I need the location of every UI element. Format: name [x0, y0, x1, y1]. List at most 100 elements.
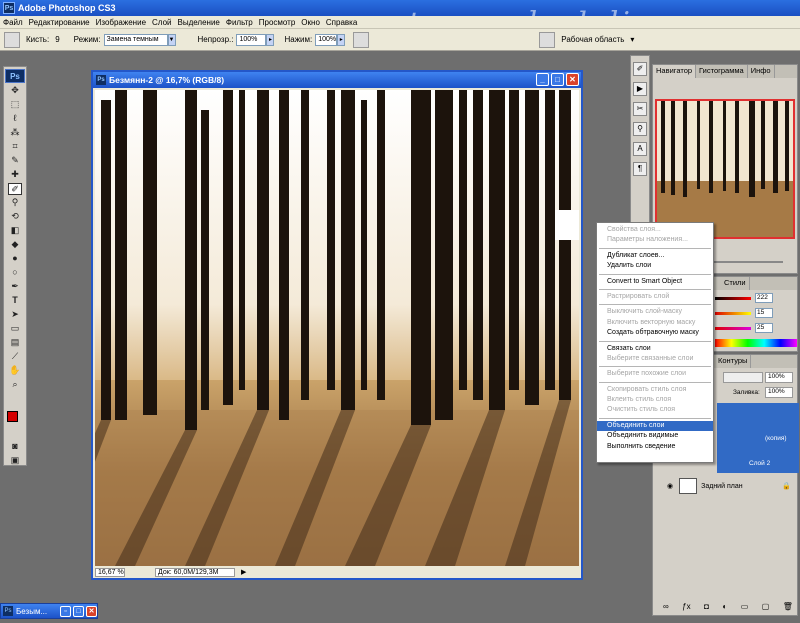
move-tool-icon[interactable]: ✥	[8, 85, 22, 97]
photoshop-logo-icon[interactable]: Ps	[5, 69, 25, 83]
flow-input[interactable]: 100%	[315, 33, 338, 46]
notes-tool-icon[interactable]: ▤	[8, 337, 22, 349]
layer-mask-icon[interactable]: ◘	[704, 602, 709, 611]
blur-tool-icon[interactable]: ●	[8, 253, 22, 265]
context-menu-item[interactable]: Выполнить сведение	[597, 442, 713, 452]
doc-size-info[interactable]: Док: 60,0M/129,3M	[155, 567, 235, 577]
layer-name-copy[interactable]: (копия)	[765, 435, 787, 442]
layer-style-icon[interactable]: ƒx	[682, 602, 690, 611]
minimize-button[interactable]: _	[536, 73, 549, 86]
menu-help[interactable]: Справка	[323, 18, 360, 27]
slice-tool-icon[interactable]: ✎	[8, 155, 22, 167]
shape-tool-icon[interactable]: ▭	[8, 323, 22, 335]
zoom-tool-icon[interactable]: ⌕	[8, 379, 22, 391]
hand-tool-icon[interactable]: ✋	[8, 365, 22, 377]
context-menu-item[interactable]: Дубликат слоев...	[597, 251, 713, 261]
foreground-color-swatch[interactable]	[7, 411, 18, 422]
layer-opacity[interactable]: 100%	[765, 372, 793, 383]
character-panel-icon[interactable]: A	[633, 142, 647, 156]
layer-name-2[interactable]: Слой 2	[749, 460, 770, 467]
marquee-tool-icon[interactable]: ⬚	[8, 99, 22, 111]
quick-mask-icon[interactable]: ◙	[8, 441, 22, 453]
blue-value[interactable]: 25	[755, 323, 773, 333]
opacity-slider-icon[interactable]: ▸	[266, 33, 275, 46]
history-brush-icon[interactable]: ⟲	[8, 211, 22, 223]
green-slider[interactable]	[715, 312, 751, 315]
menu-window[interactable]: Окно	[298, 18, 323, 27]
maximize-button[interactable]: □	[551, 73, 564, 86]
menu-edit[interactable]: Редактирование	[26, 18, 93, 27]
delete-layer-icon[interactable]: 🗑	[783, 602, 793, 611]
zoom-slider[interactable]	[713, 261, 783, 263]
clone-stamp-icon[interactable]: ⚲	[8, 197, 22, 209]
context-menu-item[interactable]: Объединить слои	[597, 420, 713, 432]
red-value[interactable]: 222	[755, 293, 773, 303]
color-ramp[interactable]	[715, 339, 797, 347]
brush-preset-icon[interactable]	[4, 31, 20, 48]
path-select-icon[interactable]: ➤	[8, 309, 22, 321]
mode-select[interactable]: Замена темным	[103, 33, 168, 46]
context-menu-item[interactable]: Удалить слои	[597, 261, 713, 271]
menu-select[interactable]: Выделение	[174, 18, 222, 27]
link-layers-icon[interactable]: ∞	[663, 602, 669, 611]
brushes-panel-icon[interactable]: ✐	[633, 62, 647, 76]
opacity-input[interactable]: 100%	[236, 33, 267, 46]
healing-brush-icon[interactable]: ✚	[8, 169, 22, 181]
tab-info[interactable]: Инфо	[748, 65, 775, 78]
dodge-tool-icon[interactable]: ○	[8, 267, 22, 279]
lasso-tool-icon[interactable]: ℓ	[8, 113, 22, 125]
flow-slider-icon[interactable]: ▸	[337, 33, 346, 46]
tab-styles[interactable]: Стили	[721, 277, 750, 290]
maximize-button[interactable]: □	[73, 605, 84, 617]
clone-source-icon[interactable]: ⚲	[633, 122, 647, 136]
new-group-icon[interactable]: ▭	[741, 602, 749, 611]
new-layer-icon[interactable]: ▢	[762, 602, 770, 611]
eyedropper-icon[interactable]: ⟋	[8, 351, 22, 363]
minimized-document[interactable]: Ps Безым... ▫ □ ✕	[0, 603, 98, 619]
type-tool-icon[interactable]: T	[8, 295, 22, 307]
workspace-label[interactable]: Рабочая область	[561, 35, 624, 44]
close-button[interactable]: ✕	[86, 605, 97, 617]
document-titlebar[interactable]: Ps Безмянн-2 @ 16,7% (RGB/8) _ □ ✕	[93, 72, 581, 88]
image-canvas[interactable]	[95, 90, 579, 566]
menu-file[interactable]: Файл	[0, 18, 26, 27]
menu-filter[interactable]: Фильтр	[223, 18, 256, 27]
close-button[interactable]: ✕	[566, 73, 579, 86]
actions-panel-icon[interactable]: ▶	[633, 82, 647, 96]
menu-view[interactable]: Просмотр	[256, 18, 299, 27]
layer-fill[interactable]: 100%	[765, 387, 793, 398]
green-value[interactable]: 15	[755, 308, 773, 318]
visibility-eye-icon[interactable]: ◉	[667, 482, 673, 490]
paragraph-panel-icon[interactable]: ¶	[633, 162, 647, 176]
restore-button[interactable]: ▫	[60, 605, 71, 617]
tab-histogram[interactable]: Гистограмма	[696, 65, 748, 78]
chevron-down-icon[interactable]: ▼	[167, 33, 176, 46]
magic-wand-tool-icon[interactable]: ⁂	[8, 127, 22, 139]
pen-tool-icon[interactable]: ✒	[8, 281, 22, 293]
eraser-tool-icon[interactable]: ◧	[8, 225, 22, 237]
airbrush-icon[interactable]	[353, 31, 370, 48]
crop-tool-icon[interactable]: ⌗	[8, 141, 22, 153]
chevron-down-icon[interactable]: ▾	[630, 35, 634, 44]
zoom-field[interactable]: 16,67 %	[95, 567, 125, 577]
tab-navigator[interactable]: Навигатор	[653, 65, 697, 78]
blue-slider[interactable]	[715, 327, 751, 330]
red-slider[interactable]	[715, 297, 751, 300]
tab-paths[interactable]: Контуры	[715, 355, 752, 368]
paint-bucket-icon[interactable]: ◆	[8, 239, 22, 251]
context-menu-item[interactable]: Создать обтравочную маску	[597, 328, 713, 338]
palette-well-icon[interactable]	[539, 31, 556, 48]
context-menu-item[interactable]: Связать слои	[597, 344, 713, 354]
context-menu-item[interactable]: Объединить видимые	[597, 431, 713, 441]
play-arrow-icon[interactable]: ▶	[241, 568, 246, 576]
layer-blend-mode[interactable]	[723, 372, 763, 383]
layer-row-background[interactable]: ◉ Задний план 🔒	[667, 475, 797, 497]
context-menu-item[interactable]: Convert to Smart Object	[597, 277, 713, 287]
adjustment-layer-icon[interactable]: ◐	[722, 602, 727, 611]
tool-presets-icon[interactable]: ✂	[633, 102, 647, 116]
menu-layer[interactable]: Слой	[149, 18, 174, 27]
navigator-thumbnail[interactable]	[655, 99, 795, 239]
brush-size[interactable]: 9	[55, 35, 59, 44]
screen-mode-icon[interactable]: ▣	[8, 455, 22, 467]
menu-image[interactable]: Изображение	[93, 18, 149, 27]
